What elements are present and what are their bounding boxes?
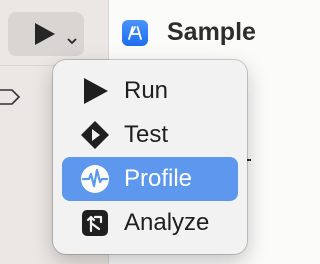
run-action-menu: Run Test Profile Analyze [53, 60, 247, 254]
menu-item-label: Analyze [124, 209, 210, 236]
menu-item-analyze[interactable]: Analyze [62, 201, 238, 245]
menu-item-label: Test [124, 121, 169, 148]
chevron-down-icon[interactable] [67, 38, 77, 45]
analyze-icon [82, 210, 108, 236]
menu-item-profile[interactable]: Profile [62, 157, 238, 201]
menu-item-label: Run [124, 77, 169, 104]
menu-item-run[interactable]: Run [62, 69, 238, 113]
breadcrumb-tag-icon[interactable] [0, 89, 20, 105]
run-play-icon [84, 78, 108, 104]
play-icon [35, 23, 55, 45]
menu-item-label: Profile [124, 165, 193, 192]
window-title: Sample [167, 18, 256, 46]
app-store-icon [122, 20, 148, 46]
menu-item-test[interactable]: Test [62, 113, 238, 157]
test-diamond-icon [81, 121, 109, 149]
run-scheme-button[interactable] [8, 12, 84, 56]
profile-waveform-icon [81, 165, 109, 193]
